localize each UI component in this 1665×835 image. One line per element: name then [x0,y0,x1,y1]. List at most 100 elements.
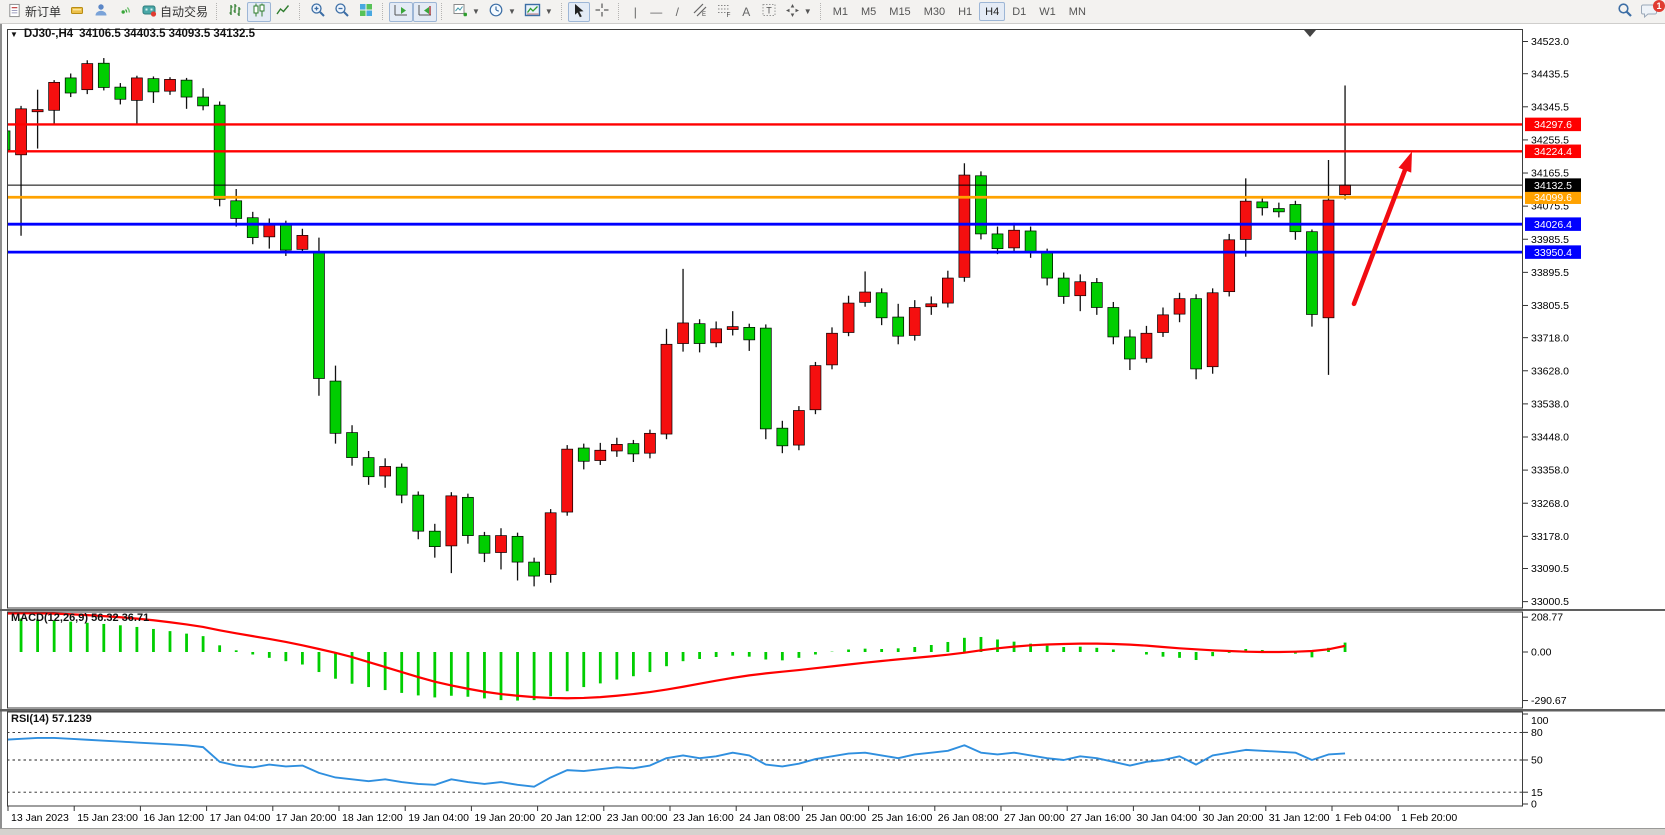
timeframe-d1[interactable]: D1 [1006,2,1032,21]
svg-text:F: F [726,12,730,18]
timeframe-m5[interactable]: M5 [855,2,882,21]
line-chart-button[interactable] [271,2,295,22]
svg-text:19 Jan 04:00: 19 Jan 04:00 [408,812,469,824]
equidistant-channel-button[interactable]: E [688,2,712,22]
svg-text:15 Jan 23:00: 15 Jan 23:00 [77,812,138,824]
main-chart-plot[interactable] [0,58,1351,586]
timeframe-h4[interactable]: H4 [979,2,1005,21]
svg-text:34099.6: 34099.6 [1534,192,1572,204]
window-bottom-edge [0,828,1665,835]
new-order-button[interactable]: 新订单 [3,2,65,22]
symbol-search-button[interactable] [1613,2,1637,22]
svg-text:-290.67: -290.67 [1531,695,1567,707]
market-button[interactable] [65,2,89,22]
dropdown-caret-icon: ▼ [545,7,553,16]
chart-dropdown-icon[interactable]: ▼ [10,30,18,39]
bar-chart-button[interactable] [223,2,247,22]
svg-text:33090.5: 33090.5 [1531,563,1569,575]
text-label-button[interactable]: T [757,2,781,22]
toolbar-separator [618,3,621,20]
timeframe-h1[interactable]: H1 [952,2,978,21]
svg-text:23 Jan 00:00: 23 Jan 00:00 [607,812,668,824]
autotrading-label: 自动交易 [160,3,208,20]
chart-canvas[interactable]: 34523.034435.534345.534255.534165.534075… [0,0,1665,835]
crosshair-icon [594,2,610,21]
toolbar-separator [561,3,564,20]
macd-panel[interactable] [5,613,1346,700]
tile-windows-icon [358,2,374,21]
timeframe-m1[interactable]: M1 [827,2,854,21]
svg-text:34523.0: 34523.0 [1531,36,1569,48]
timeframe-m15[interactable]: M15 [883,2,916,21]
svg-text:33950.4: 33950.4 [1534,247,1572,259]
svg-text:17 Jan 04:00: 17 Jan 04:00 [210,812,271,824]
chart-shift-button[interactable] [413,2,437,22]
zoom-out-button[interactable] [330,2,354,22]
signals-icon [117,2,133,21]
template-icon [524,2,541,21]
horizontal-line-button[interactable]: — [646,2,667,22]
new-chart-icon [452,2,468,21]
auto-scroll-button[interactable] [389,2,413,22]
svg-text:E: E [702,12,706,18]
crosshair-button[interactable] [590,2,614,22]
arrows-button[interactable]: ▼ [781,2,816,22]
zoom-out-icon [334,2,350,21]
svg-text:25 Jan 00:00: 25 Jan 00:00 [805,812,866,824]
svg-text:T: T [766,6,772,16]
notifications-button[interactable]: 1 [1637,2,1662,22]
toolbar-separator [820,3,823,20]
svg-text:50: 50 [1531,755,1543,767]
vertical-line-icon: | [634,5,637,19]
line-chart-icon [275,2,291,21]
timeframe-w1[interactable]: W1 [1033,2,1062,21]
autotrading-button[interactable]: 自动交易 [137,2,212,22]
svg-text:80: 80 [1531,727,1543,739]
svg-text:19 Jan 20:00: 19 Jan 20:00 [474,812,535,824]
fibonacci-button[interactable]: F [712,2,736,22]
market-icon [69,2,85,21]
candlestick-chart-button[interactable] [247,2,271,22]
autotrading-icon [141,2,157,21]
timeframe-m30[interactable]: M30 [918,2,951,21]
community-button[interactable] [89,2,113,22]
trendline-button[interactable]: / [667,2,688,22]
svg-text:23 Jan 16:00: 23 Jan 16:00 [673,812,734,824]
svg-text:24 Jan 08:00: 24 Jan 08:00 [739,812,800,824]
cursor-button[interactable] [568,2,590,22]
svg-text:34026.4: 34026.4 [1534,219,1572,231]
chart-annotations[interactable] [7,30,1523,304]
svg-text:30 Jan 04:00: 30 Jan 04:00 [1136,812,1197,824]
text-button[interactable]: A [736,2,757,22]
bar-chart-icon [227,2,243,21]
period-button[interactable]: ▼ [484,2,520,22]
vertical-line-button[interactable]: | [625,2,646,22]
svg-text:25 Jan 16:00: 25 Jan 16:00 [872,812,933,824]
timeframe-mn[interactable]: MN [1063,2,1092,21]
template-button[interactable]: ▼ [520,2,557,22]
candlestick-chart-icon [251,2,267,21]
cursor-icon [572,3,586,21]
svg-text:208.77: 208.77 [1531,612,1563,624]
svg-text:33985.5: 33985.5 [1531,234,1569,246]
new-chart-button[interactable]: ▼ [448,2,484,22]
price-axis[interactable]: 34523.034435.534345.534255.534165.534075… [1523,36,1581,811]
svg-text:13 Jan 2023: 13 Jan 2023 [11,812,69,824]
svg-text:34297.6: 34297.6 [1534,119,1572,131]
rsi-panel[interactable] [5,732,1524,792]
signals-button[interactable] [113,2,137,22]
zoom-in-button[interactable] [306,2,330,22]
search-icon [1617,2,1633,21]
new-order-label: 新订单 [25,3,61,20]
toolbar-separator [216,3,219,20]
svg-text:31 Jan 12:00: 31 Jan 12:00 [1269,812,1330,824]
time-axis[interactable]: 13 Jan 202315 Jan 23:0016 Jan 12:0017 Ja… [8,806,1457,824]
svg-text:0.00: 0.00 [1531,647,1552,659]
trendline-icon: / [676,5,679,19]
text-label-icon: T [761,2,777,21]
svg-text:15: 15 [1531,787,1543,799]
tile-windows-button[interactable] [354,2,378,22]
notification-badge: 1 [1653,0,1665,12]
panel-borders [0,30,1665,807]
svg-text:100: 100 [1531,715,1549,727]
